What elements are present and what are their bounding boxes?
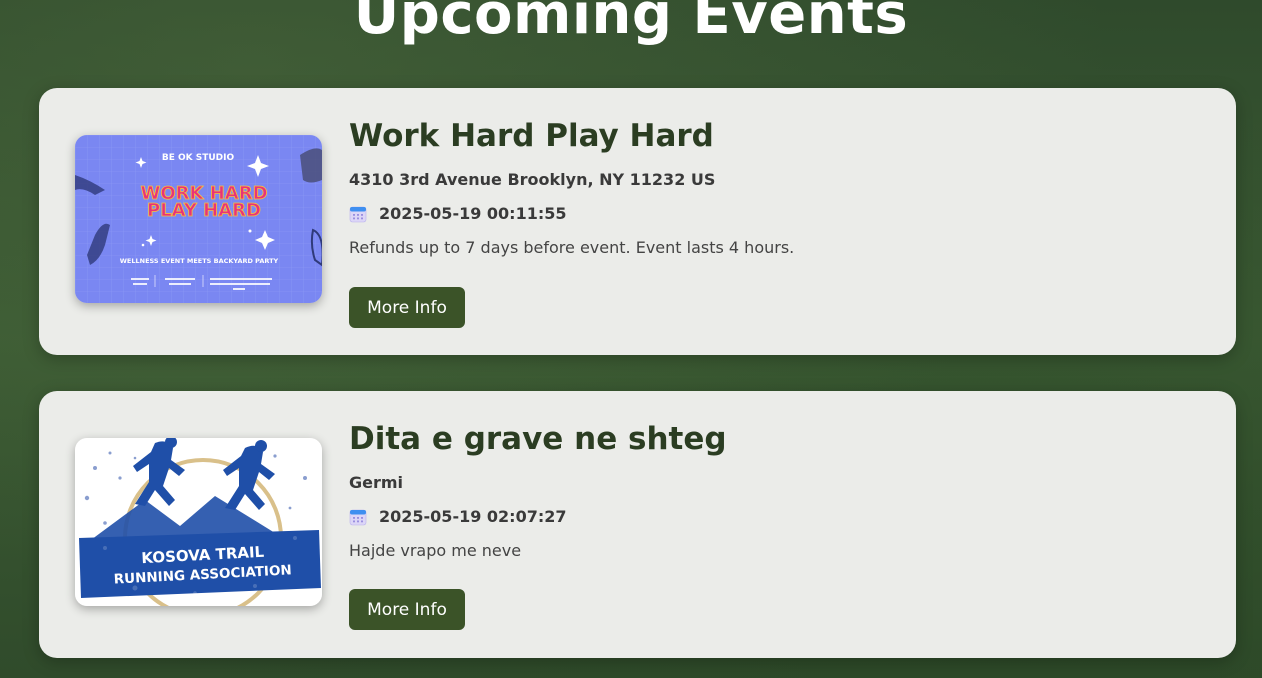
event-date: 2025-05-19 02:07:27 bbox=[349, 506, 1206, 528]
event-datetime: 2025-05-19 02:07:27 bbox=[379, 507, 567, 526]
poster-studio: BE OK STUDIO bbox=[162, 153, 235, 163]
event-details: Work Hard Play Hard 4310 3rd Avenue Broo… bbox=[349, 116, 1206, 259]
event-card: KOSOVA TRAIL RUNNING ASSOCIATION Dita e … bbox=[39, 391, 1236, 658]
event-description: Refunds up to 7 days before event. Event… bbox=[349, 238, 795, 257]
event-title: Dita e grave ne shteg bbox=[349, 421, 727, 457]
event-poster-work-hard: BE OK STUDIO WORK HARD PLAY HARD WELLNES… bbox=[75, 135, 322, 303]
event-datetime: 2025-05-19 00:11:55 bbox=[379, 204, 567, 223]
poster-tagline: WELLNESS EVENT MEETS BACKYARD PARTY bbox=[120, 257, 279, 265]
event-details: Dita e grave ne shteg Germi 2025-05-19 0… bbox=[349, 419, 1206, 562]
more-info-button[interactable]: More Info bbox=[349, 287, 465, 328]
event-title: Work Hard Play Hard bbox=[349, 118, 714, 154]
event-image[interactable]: BE OK STUDIO WORK HARD PLAY HARD WELLNES… bbox=[75, 135, 322, 303]
event-poster-kosova-trail: KOSOVA TRAIL RUNNING ASSOCIATION bbox=[75, 438, 322, 606]
event-address: 4310 3rd Avenue Brooklyn, NY 11232 US bbox=[349, 170, 716, 189]
calendar-icon bbox=[349, 206, 367, 223]
page-title: Upcoming Events bbox=[353, 0, 909, 47]
event-date: 2025-05-19 00:11:55 bbox=[349, 203, 1206, 225]
calendar-icon bbox=[349, 509, 367, 526]
more-info-button[interactable]: More Info bbox=[349, 589, 465, 630]
event-card: BE OK STUDIO WORK HARD PLAY HARD WELLNES… bbox=[39, 88, 1236, 355]
poster-line2: PLAY HARD bbox=[147, 200, 261, 221]
event-description: Hajde vrapo me neve bbox=[349, 541, 522, 560]
event-image[interactable]: KOSOVA TRAIL RUNNING ASSOCIATION bbox=[75, 438, 322, 606]
event-address: Germi bbox=[349, 473, 404, 492]
